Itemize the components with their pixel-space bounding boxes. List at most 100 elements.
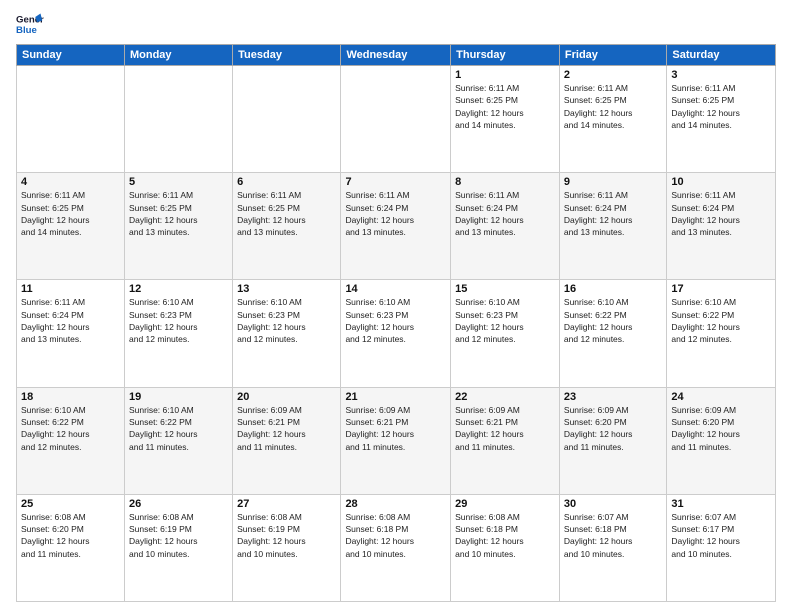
weekday-header-tuesday: Tuesday (233, 45, 341, 66)
day-info: Sunrise: 6:09 AM Sunset: 6:21 PM Dayligh… (345, 404, 446, 453)
logo-icon: General Blue (16, 10, 44, 38)
logo: General Blue (16, 10, 44, 38)
day-number: 23 (564, 391, 662, 403)
weekday-header-friday: Friday (559, 45, 666, 66)
day-number: 31 (671, 498, 771, 510)
day-cell: 5Sunrise: 6:11 AM Sunset: 6:25 PM Daylig… (124, 173, 232, 280)
day-info: Sunrise: 6:10 AM Sunset: 6:23 PM Dayligh… (237, 296, 336, 345)
day-info: Sunrise: 6:11 AM Sunset: 6:24 PM Dayligh… (21, 296, 120, 345)
day-number: 30 (564, 498, 662, 510)
day-cell: 26Sunrise: 6:08 AM Sunset: 6:19 PM Dayli… (124, 494, 232, 601)
day-info: Sunrise: 6:11 AM Sunset: 6:24 PM Dayligh… (345, 189, 446, 238)
day-number: 14 (345, 283, 446, 295)
day-cell: 12Sunrise: 6:10 AM Sunset: 6:23 PM Dayli… (124, 280, 232, 387)
day-number: 1 (455, 69, 555, 81)
day-info: Sunrise: 6:11 AM Sunset: 6:25 PM Dayligh… (455, 82, 555, 131)
day-number: 28 (345, 498, 446, 510)
day-info: Sunrise: 6:11 AM Sunset: 6:24 PM Dayligh… (455, 189, 555, 238)
week-row-5: 25Sunrise: 6:08 AM Sunset: 6:20 PM Dayli… (17, 494, 776, 601)
day-info: Sunrise: 6:11 AM Sunset: 6:25 PM Dayligh… (237, 189, 336, 238)
day-info: Sunrise: 6:09 AM Sunset: 6:20 PM Dayligh… (564, 404, 662, 453)
day-cell: 1Sunrise: 6:11 AM Sunset: 6:25 PM Daylig… (451, 66, 560, 173)
day-info: Sunrise: 6:10 AM Sunset: 6:22 PM Dayligh… (564, 296, 662, 345)
day-number: 3 (671, 69, 771, 81)
day-cell: 22Sunrise: 6:09 AM Sunset: 6:21 PM Dayli… (451, 387, 560, 494)
day-info: Sunrise: 6:08 AM Sunset: 6:18 PM Dayligh… (455, 511, 555, 560)
day-number: 27 (237, 498, 336, 510)
day-number: 13 (237, 283, 336, 295)
day-number: 15 (455, 283, 555, 295)
day-cell: 31Sunrise: 6:07 AM Sunset: 6:17 PM Dayli… (667, 494, 776, 601)
day-cell (124, 66, 232, 173)
day-cell: 30Sunrise: 6:07 AM Sunset: 6:18 PM Dayli… (559, 494, 666, 601)
day-info: Sunrise: 6:08 AM Sunset: 6:19 PM Dayligh… (237, 511, 336, 560)
day-cell: 15Sunrise: 6:10 AM Sunset: 6:23 PM Dayli… (451, 280, 560, 387)
day-info: Sunrise: 6:10 AM Sunset: 6:22 PM Dayligh… (21, 404, 120, 453)
day-number: 18 (21, 391, 120, 403)
week-row-2: 4Sunrise: 6:11 AM Sunset: 6:25 PM Daylig… (17, 173, 776, 280)
day-info: Sunrise: 6:08 AM Sunset: 6:19 PM Dayligh… (129, 511, 228, 560)
day-number: 20 (237, 391, 336, 403)
day-info: Sunrise: 6:10 AM Sunset: 6:23 PM Dayligh… (345, 296, 446, 345)
day-number: 7 (345, 176, 446, 188)
day-number: 9 (564, 176, 662, 188)
day-cell: 10Sunrise: 6:11 AM Sunset: 6:24 PM Dayli… (667, 173, 776, 280)
day-cell: 20Sunrise: 6:09 AM Sunset: 6:21 PM Dayli… (233, 387, 341, 494)
day-cell (17, 66, 125, 173)
day-number: 21 (345, 391, 446, 403)
day-info: Sunrise: 6:10 AM Sunset: 6:22 PM Dayligh… (129, 404, 228, 453)
day-info: Sunrise: 6:11 AM Sunset: 6:25 PM Dayligh… (21, 189, 120, 238)
day-info: Sunrise: 6:08 AM Sunset: 6:20 PM Dayligh… (21, 511, 120, 560)
header: General Blue (16, 10, 776, 38)
weekday-header-monday: Monday (124, 45, 232, 66)
week-row-1: 1Sunrise: 6:11 AM Sunset: 6:25 PM Daylig… (17, 66, 776, 173)
day-cell: 7Sunrise: 6:11 AM Sunset: 6:24 PM Daylig… (341, 173, 451, 280)
day-number: 8 (455, 176, 555, 188)
week-row-4: 18Sunrise: 6:10 AM Sunset: 6:22 PM Dayli… (17, 387, 776, 494)
weekday-header-row: SundayMondayTuesdayWednesdayThursdayFrid… (17, 45, 776, 66)
weekday-header-wednesday: Wednesday (341, 45, 451, 66)
day-cell: 24Sunrise: 6:09 AM Sunset: 6:20 PM Dayli… (667, 387, 776, 494)
day-number: 12 (129, 283, 228, 295)
day-cell: 28Sunrise: 6:08 AM Sunset: 6:18 PM Dayli… (341, 494, 451, 601)
day-cell: 11Sunrise: 6:11 AM Sunset: 6:24 PM Dayli… (17, 280, 125, 387)
week-row-3: 11Sunrise: 6:11 AM Sunset: 6:24 PM Dayli… (17, 280, 776, 387)
day-info: Sunrise: 6:07 AM Sunset: 6:18 PM Dayligh… (564, 511, 662, 560)
day-cell: 6Sunrise: 6:11 AM Sunset: 6:25 PM Daylig… (233, 173, 341, 280)
day-number: 24 (671, 391, 771, 403)
day-info: Sunrise: 6:09 AM Sunset: 6:21 PM Dayligh… (237, 404, 336, 453)
day-info: Sunrise: 6:09 AM Sunset: 6:21 PM Dayligh… (455, 404, 555, 453)
day-info: Sunrise: 6:10 AM Sunset: 6:23 PM Dayligh… (129, 296, 228, 345)
day-number: 4 (21, 176, 120, 188)
day-number: 17 (671, 283, 771, 295)
weekday-header-thursday: Thursday (451, 45, 560, 66)
day-info: Sunrise: 6:10 AM Sunset: 6:22 PM Dayligh… (671, 296, 771, 345)
day-cell: 14Sunrise: 6:10 AM Sunset: 6:23 PM Dayli… (341, 280, 451, 387)
day-number: 6 (237, 176, 336, 188)
day-info: Sunrise: 6:08 AM Sunset: 6:18 PM Dayligh… (345, 511, 446, 560)
day-number: 26 (129, 498, 228, 510)
day-cell: 29Sunrise: 6:08 AM Sunset: 6:18 PM Dayli… (451, 494, 560, 601)
weekday-header-sunday: Sunday (17, 45, 125, 66)
day-cell (341, 66, 451, 173)
day-cell: 16Sunrise: 6:10 AM Sunset: 6:22 PM Dayli… (559, 280, 666, 387)
day-cell: 3Sunrise: 6:11 AM Sunset: 6:25 PM Daylig… (667, 66, 776, 173)
weekday-header-saturday: Saturday (667, 45, 776, 66)
day-number: 10 (671, 176, 771, 188)
day-number: 2 (564, 69, 662, 81)
day-cell: 19Sunrise: 6:10 AM Sunset: 6:22 PM Dayli… (124, 387, 232, 494)
day-cell: 13Sunrise: 6:10 AM Sunset: 6:23 PM Dayli… (233, 280, 341, 387)
day-number: 29 (455, 498, 555, 510)
day-cell: 18Sunrise: 6:10 AM Sunset: 6:22 PM Dayli… (17, 387, 125, 494)
day-number: 5 (129, 176, 228, 188)
day-info: Sunrise: 6:10 AM Sunset: 6:23 PM Dayligh… (455, 296, 555, 345)
day-number: 11 (21, 283, 120, 295)
calendar-table: SundayMondayTuesdayWednesdayThursdayFrid… (16, 44, 776, 602)
day-info: Sunrise: 6:11 AM Sunset: 6:25 PM Dayligh… (129, 189, 228, 238)
day-cell: 8Sunrise: 6:11 AM Sunset: 6:24 PM Daylig… (451, 173, 560, 280)
day-cell: 4Sunrise: 6:11 AM Sunset: 6:25 PM Daylig… (17, 173, 125, 280)
page: General Blue SundayMondayTuesdayWednesda… (0, 0, 792, 612)
day-number: 16 (564, 283, 662, 295)
day-cell: 17Sunrise: 6:10 AM Sunset: 6:22 PM Dayli… (667, 280, 776, 387)
day-number: 25 (21, 498, 120, 510)
